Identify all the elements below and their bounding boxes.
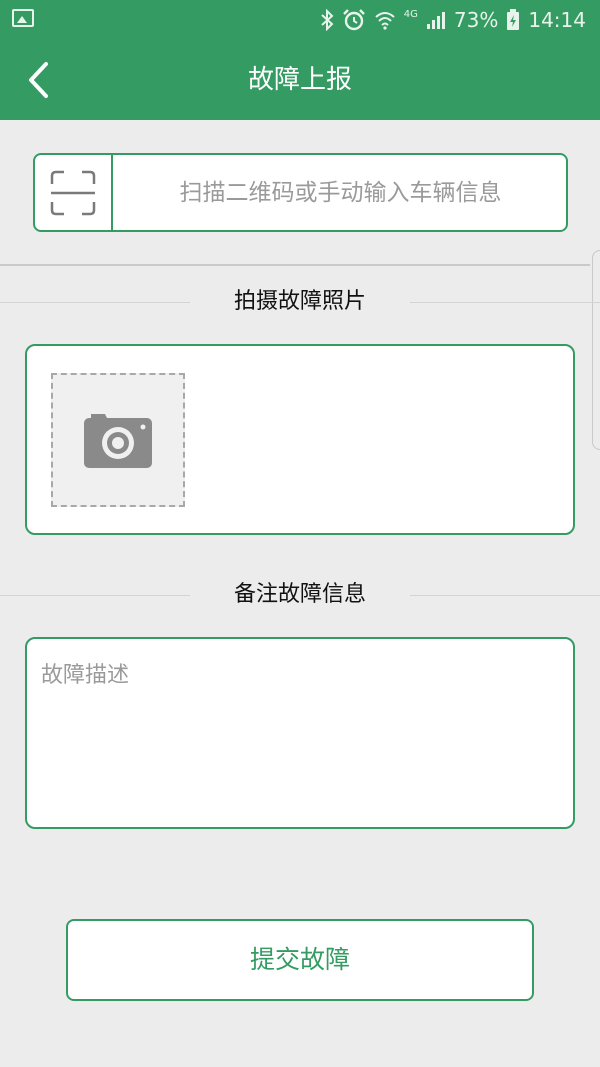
signal-icon: [426, 10, 446, 30]
status-indicators: 4G 73% 14:14: [320, 7, 586, 33]
network-type-label: 4G: [403, 9, 418, 20]
add-photo-button[interactable]: [51, 373, 185, 507]
vehicle-info-input[interactable]: [115, 155, 566, 230]
wifi-icon: [374, 10, 396, 30]
photo-panel: [25, 344, 575, 535]
header-line-right: [410, 595, 600, 596]
gallery-notification-icon: [12, 9, 34, 27]
section-divider: [0, 264, 590, 266]
camera-icon: [84, 414, 152, 468]
page-title: 故障上报: [247, 65, 352, 95]
battery-charging-icon: [506, 9, 520, 31]
remark-section-header: 备注故障信息: [0, 580, 600, 610]
photo-section-header: 拍摄故障照片: [0, 287, 600, 317]
scan-frame-icon: [50, 170, 96, 215]
navigation-bar: 故障上报: [0, 40, 600, 120]
scan-button[interactable]: [35, 155, 113, 230]
header-line-left: [0, 595, 190, 596]
vehicle-info-field: [33, 153, 568, 232]
app-header: 4G 73% 14:14 故障上报: [0, 0, 600, 120]
header-line-right: [410, 302, 600, 303]
clock: 14:14: [528, 8, 586, 32]
bluetooth-icon: [320, 9, 334, 31]
fault-description-input[interactable]: [41, 657, 559, 807]
header-line-left: [0, 302, 190, 303]
photo-section-title: 拍摄故障照片: [233, 289, 366, 314]
alarm-icon: [342, 9, 366, 31]
remark-section-title: 备注故障信息: [233, 582, 366, 607]
description-panel: [25, 637, 575, 829]
battery-percent: 73%: [453, 8, 499, 32]
edge-panel-handle[interactable]: [592, 250, 600, 450]
submit-fault-button[interactable]: 提交故障: [66, 919, 534, 1001]
status-bar: 4G 73% 14:14: [0, 0, 600, 40]
